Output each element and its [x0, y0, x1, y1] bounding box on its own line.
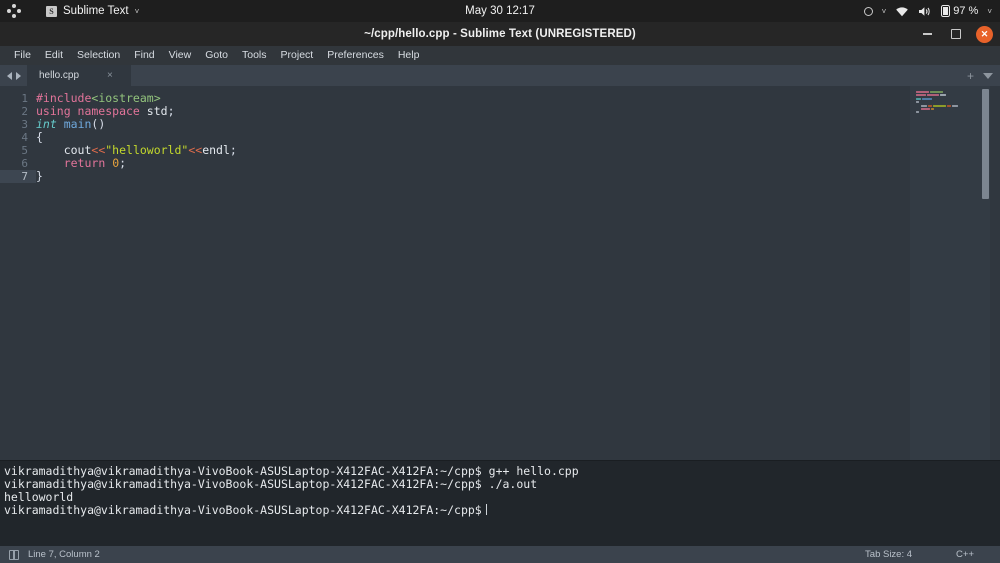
menu-item-help[interactable]: Help — [391, 46, 427, 65]
terminal-cursor — [485, 504, 488, 515]
sidebar-toggle-icon[interactable] — [9, 549, 19, 560]
battery-percent: 97 % — [953, 5, 979, 17]
battery-indicator[interactable]: 97 % — [941, 5, 978, 17]
circle-icon[interactable] — [863, 6, 873, 16]
line-number-gutter: 1 2 3 4 5 6 7 — [0, 86, 36, 460]
minimap-line — [916, 91, 990, 93]
menu-item-project[interactable]: Project — [274, 46, 321, 65]
tab-nav-arrows — [0, 65, 27, 86]
line-number: 1 — [21, 92, 28, 105]
code-line-5: cout<<"helloworld"<<endl; — [36, 143, 237, 157]
menu-bar: File Edit Selection Find View Goto Tools… — [0, 46, 1000, 65]
line-number: 4 — [21, 131, 28, 144]
minimap-line — [916, 101, 990, 104]
chevron-down-icon[interactable] — [983, 72, 993, 79]
code-view[interactable]: 1 2 3 4 5 6 7 #include<iostream> using n… — [0, 86, 1000, 460]
line-number-active: 7 — [0, 170, 36, 183]
code-line-6: return 0; — [63, 156, 127, 170]
menu-item-tools[interactable]: Tools — [235, 46, 274, 65]
close-icon[interactable]: ✕ — [976, 25, 993, 43]
status-bar-right: Tab Size: 4 C++ — [865, 546, 1000, 563]
status-bar: Line 7, Column 2 Tab Size: 4 C++ — [0, 546, 1000, 563]
code-line-2: using namespace std; — [36, 104, 175, 118]
tab-hello-cpp[interactable]: hello.cpp × — [27, 65, 131, 86]
window-controls: ✕ — [920, 22, 993, 46]
code-line-3: int main() — [36, 117, 106, 131]
arrow-right-icon[interactable] — [16, 71, 21, 80]
line-number: 5 — [21, 144, 28, 157]
line-number: 2 — [21, 105, 28, 118]
volume-icon[interactable] — [918, 6, 932, 17]
tab-label: hello.cpp — [39, 70, 80, 81]
terminal-prompt: vikramadithya@vikramadithya-VivoBook-ASU… — [4, 503, 482, 517]
line-number: 6 — [21, 157, 28, 170]
terminal-prompt-line: vikramadithya@vikramadithya-VivoBook-ASU… — [4, 504, 1000, 517]
gnome-top-panel: S Sublime Text ˅ May 30 12:17 ˅ 97 % ˅ — [0, 0, 1000, 22]
terminal-line: vikramadithya@vikramadithya-VivoBook-ASU… — [4, 477, 538, 491]
menu-item-file[interactable]: File — [7, 46, 38, 65]
tab-size-setting[interactable]: Tab Size: 4 — [865, 549, 912, 560]
tab-bar: hello.cpp × + — [0, 65, 1000, 86]
chevron-down-icon: ˅ — [987, 6, 992, 16]
arrow-left-icon[interactable] — [7, 71, 12, 80]
window-titlebar: ~/cpp/hello.cpp - Sublime Text (UNREGIST… — [0, 22, 1000, 46]
minimap[interactable] — [910, 86, 990, 460]
code-line-1: #include<iostream> — [36, 91, 161, 105]
maximize-icon[interactable] — [948, 27, 963, 42]
new-tab-icon[interactable]: + — [967, 70, 974, 82]
vertical-scrollbar[interactable] — [982, 89, 989, 199]
menu-item-find[interactable]: Find — [127, 46, 161, 65]
menu-item-edit[interactable]: Edit — [38, 46, 70, 65]
menu-item-selection[interactable]: Selection — [70, 46, 127, 65]
wifi-icon[interactable] — [895, 6, 909, 17]
menu-item-view[interactable]: View — [162, 46, 199, 65]
minimap-line — [916, 111, 990, 114]
menu-item-goto[interactable]: Goto — [198, 46, 235, 65]
menu-item-preferences[interactable]: Preferences — [320, 46, 391, 65]
code-lines[interactable]: #include<iostream> using namespace std; … — [36, 86, 1000, 460]
cursor-position: Line 7, Column 2 — [28, 549, 100, 560]
line-number: 3 — [21, 118, 28, 131]
minimap-line — [916, 94, 990, 97]
tab-bar-actions: + — [967, 65, 993, 86]
sublime-text-window: ~/cpp/hello.cpp - Sublime Text (UNREGIST… — [0, 22, 1000, 563]
system-tray: ˅ 97 % ˅ — [863, 5, 992, 17]
close-icon[interactable]: × — [107, 70, 113, 81]
minimap-line — [916, 97, 990, 100]
minimap-line — [916, 107, 990, 110]
chevron-down-icon: ˅ — [881, 6, 887, 16]
minimap-line — [916, 104, 990, 107]
syntax-setting[interactable]: C++ — [956, 549, 974, 560]
window-title: ~/cpp/hello.cpp - Sublime Text (UNREGIST… — [364, 28, 636, 40]
code-line-7: } — [36, 169, 43, 183]
terminal-panel[interactable]: vikramadithya@vikramadithya-VivoBook-ASU… — [0, 460, 1000, 546]
minimize-icon[interactable] — [920, 27, 935, 42]
editor-area: 1 2 3 4 5 6 7 #include<iostream> using n… — [0, 86, 1000, 460]
battery-icon — [941, 5, 951, 17]
clock[interactable]: May 30 12:17 — [0, 5, 1000, 17]
